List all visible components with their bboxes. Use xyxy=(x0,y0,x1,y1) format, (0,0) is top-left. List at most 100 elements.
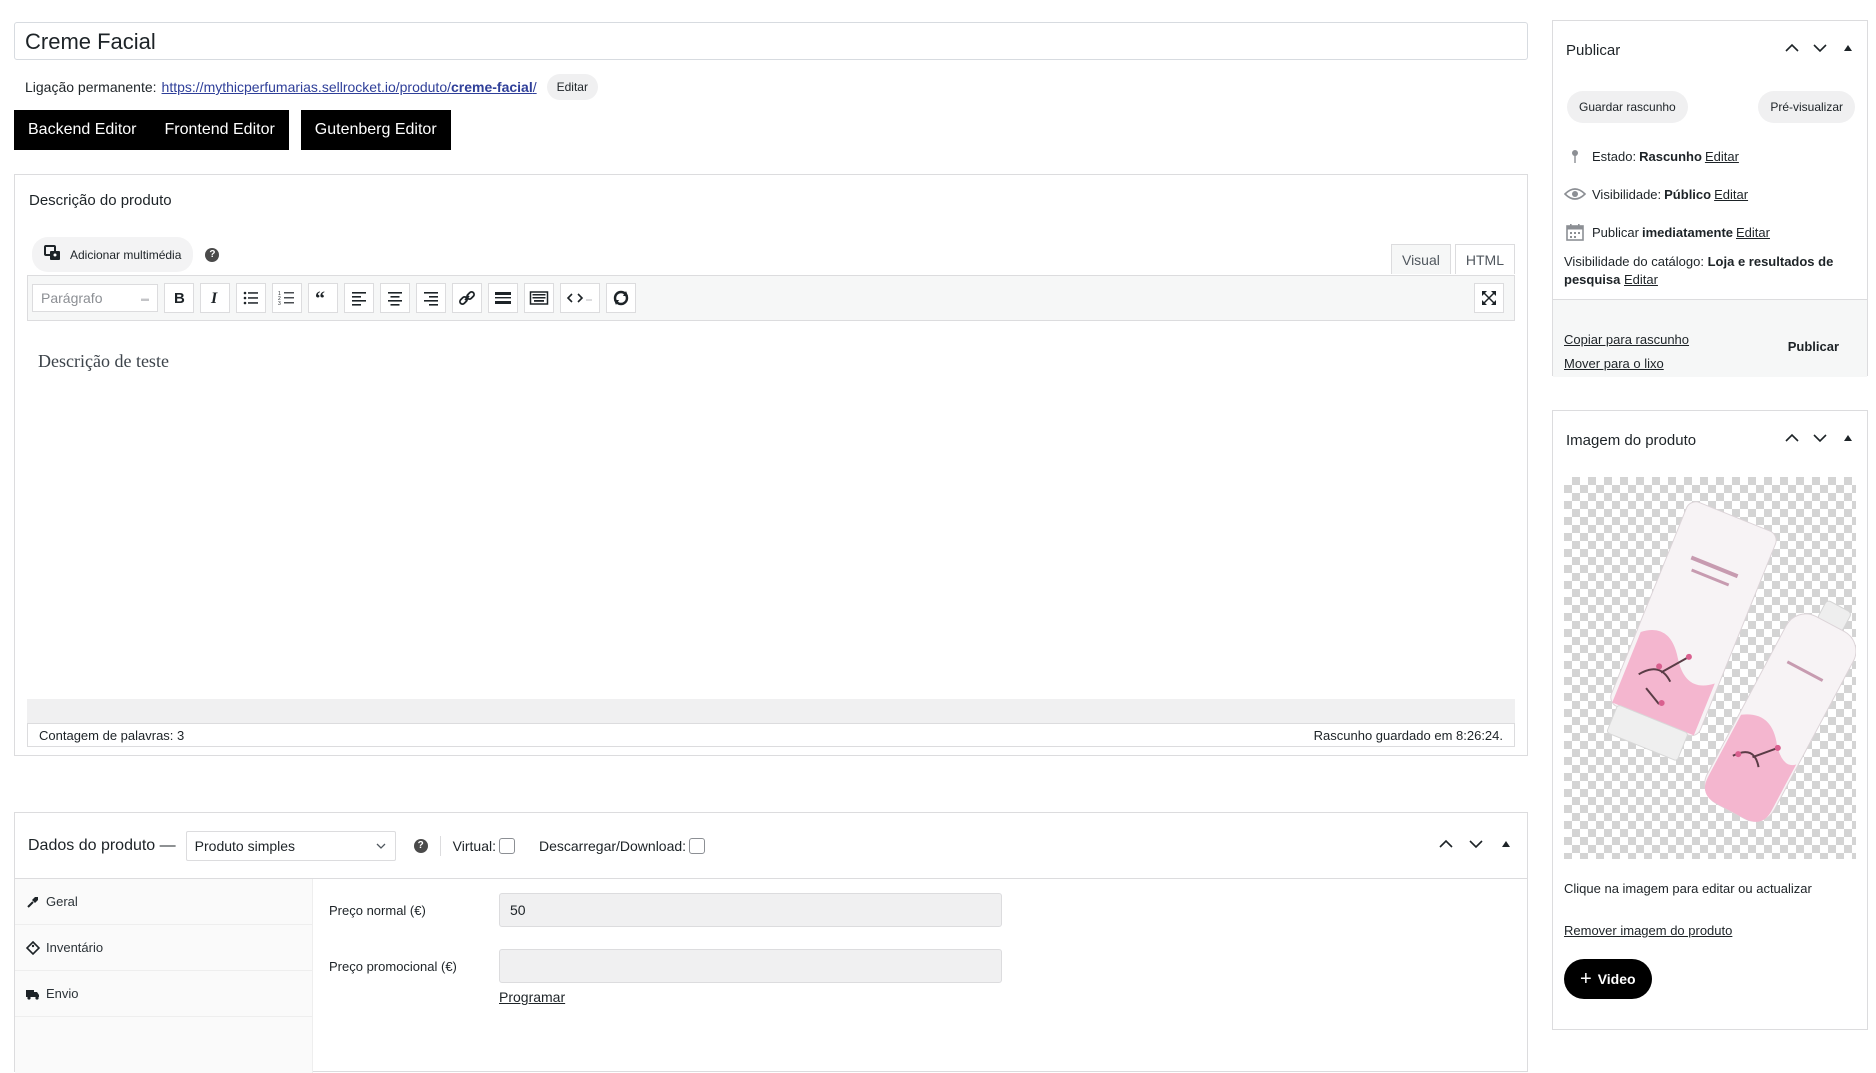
editor-resize-handle[interactable] xyxy=(27,699,1515,723)
post-title-input[interactable]: Creme Facial xyxy=(14,22,1528,60)
collapse-toggle-icon[interactable] xyxy=(1497,835,1515,853)
regular-price-label: Preço normal (€) xyxy=(329,902,426,918)
schedule-line: Publicar imediatamente Editar xyxy=(1564,221,1770,243)
download-checkbox[interactable] xyxy=(689,837,706,854)
add-media-button[interactable]: Adicionar multimédia xyxy=(32,237,194,272)
editor-content-area[interactable]: Descrição de teste xyxy=(27,321,1515,699)
download-checkbox-label[interactable]: Descarregar/Download: xyxy=(538,837,706,854)
frontend-editor-button[interactable]: Frontend Editor xyxy=(150,110,289,150)
permalink-link[interactable]: https://mythicperfumarias.sellrocket.io/… xyxy=(162,79,537,95)
bold-icon[interactable]: B xyxy=(164,283,194,313)
publish-footer: Copiar para rascunho Mover para o lixo P… xyxy=(1553,299,1867,377)
align-left-icon[interactable] xyxy=(344,283,374,313)
backend-editor-button[interactable]: Backend Editor xyxy=(14,110,151,150)
media-icon xyxy=(44,244,62,265)
truck-icon xyxy=(26,987,40,1001)
svg-text:B: B xyxy=(174,290,185,307)
publish-controls xyxy=(1783,39,1857,57)
product-data-tabs: Geral Inventário Envio xyxy=(15,879,313,1073)
virtual-checkbox-label[interactable]: Virtual: xyxy=(453,837,515,854)
save-draft-button[interactable]: Guardar rascunho xyxy=(1567,91,1688,123)
read-more-icon[interactable] xyxy=(488,283,518,313)
regular-price-row: Preço normal (€) 50 xyxy=(329,893,1002,927)
media-row: Adicionar multimédia ? xyxy=(32,237,220,272)
code-icon[interactable] xyxy=(560,283,600,313)
tab-html[interactable]: HTML xyxy=(1454,244,1515,274)
permalink-edit-button[interactable]: Editar xyxy=(546,74,598,100)
tab-shipping-label: Envio xyxy=(46,986,79,1001)
editor-switch: Backend Editor Frontend Editor Gutenberg… xyxy=(14,110,451,150)
refresh-icon[interactable] xyxy=(606,283,636,313)
wrench-icon xyxy=(26,895,40,909)
download-label: Descarregar/Download: xyxy=(538,837,687,854)
publish-when-label: Publicar xyxy=(1592,224,1639,240)
product-image-illustration xyxy=(1606,501,1856,822)
italic-icon[interactable]: I xyxy=(200,283,230,313)
catalog-label: Visibilidade do catálogo: xyxy=(1564,254,1704,269)
product-image-box: Imagem do produto Clique na imagem para … xyxy=(1552,410,1868,1030)
add-video-button[interactable]: + Video xyxy=(1564,959,1652,999)
draft-saved-status: Rascunho guardado em 8:26:24. xyxy=(1313,727,1503,743)
status-value: Rascunho xyxy=(1639,148,1702,164)
move-to-trash-link[interactable]: Mover para o lixo xyxy=(1564,356,1664,371)
status-edit-link[interactable]: Editar xyxy=(1705,149,1739,164)
keyboard-icon[interactable] xyxy=(524,283,554,313)
svg-text:“: “ xyxy=(315,288,325,308)
description-title: Descrição do produto xyxy=(29,192,172,209)
add-media-label: Adicionar multimédia xyxy=(70,247,182,262)
permalink-base: https://mythicperfumarias.sellrocket.io/… xyxy=(161,79,452,95)
virtual-checkbox[interactable] xyxy=(498,837,515,854)
permalink-slug: creme-facial xyxy=(451,79,533,95)
visibility-edit-link[interactable]: Editar xyxy=(1714,187,1748,202)
format-select[interactable]: Parágrafo ▬ xyxy=(32,284,158,312)
numbered-list-icon[interactable]: 123 xyxy=(272,283,302,313)
product-image-controls xyxy=(1783,429,1857,447)
gutenberg-editor-button[interactable]: Gutenberg Editor xyxy=(300,110,451,150)
chevron-down-icon[interactable] xyxy=(1811,39,1829,57)
catalog-visibility: Visibilidade do catálogo: Loja e resulta… xyxy=(1564,253,1854,289)
format-select-value: Parágrafo xyxy=(41,290,103,306)
publish-button[interactable]: Publicar xyxy=(1782,338,1845,355)
permalink-end: / xyxy=(532,79,537,95)
select-arrow-icon: ▬ xyxy=(141,293,149,303)
publish-when-value: imediatamente xyxy=(1641,224,1734,240)
bullet-list-icon[interactable] xyxy=(236,283,266,313)
link-icon[interactable] xyxy=(452,283,482,313)
chevron-up-icon[interactable] xyxy=(1783,39,1801,57)
copy-to-draft-link[interactable]: Copiar para rascunho xyxy=(1564,332,1689,347)
align-right-icon[interactable] xyxy=(416,283,446,313)
product-image[interactable] xyxy=(1564,477,1856,859)
remove-image-link[interactable]: Remover imagem do produto xyxy=(1564,923,1732,938)
add-video-label: Video xyxy=(1597,971,1636,987)
chevron-up-icon[interactable] xyxy=(1437,835,1455,853)
tab-inventory[interactable]: Inventário xyxy=(15,925,312,971)
chevron-down-icon[interactable] xyxy=(1467,835,1485,853)
tab-inventory-label: Inventário xyxy=(46,940,104,955)
product-data-general: Preço normal (€) 50 Preço promocional (€… xyxy=(315,879,1525,1073)
collapse-toggle-icon[interactable] xyxy=(1839,429,1857,447)
align-center-icon[interactable] xyxy=(380,283,410,313)
tab-visual[interactable]: Visual xyxy=(1390,244,1451,274)
preview-button[interactable]: Pré-visualizar xyxy=(1758,91,1855,123)
catalog-edit-link[interactable]: Editar xyxy=(1624,272,1658,287)
help-icon[interactable]: ? xyxy=(205,247,220,262)
publish-when-edit-link[interactable]: Editar xyxy=(1736,225,1770,240)
svg-text:3: 3 xyxy=(278,301,281,307)
calendar-icon xyxy=(1564,221,1586,243)
product-data-panel: Dados do produto — Produto simples ? Vir… xyxy=(14,812,1528,1073)
permalink-row: Ligação permanente: https://mythicperfum… xyxy=(25,72,598,102)
collapse-toggle-icon[interactable] xyxy=(1839,39,1857,57)
chevron-up-icon[interactable] xyxy=(1783,429,1801,447)
fullscreen-icon[interactable] xyxy=(1474,283,1504,313)
tab-general[interactable]: Geral xyxy=(15,879,312,925)
tab-shipping[interactable]: Envio xyxy=(15,971,312,1017)
product-type-select[interactable]: Produto simples xyxy=(185,830,396,861)
chevron-down-icon[interactable] xyxy=(1811,429,1829,447)
product-type-help-icon[interactable]: ? xyxy=(413,838,428,853)
schedule-link[interactable]: Programar xyxy=(499,989,565,1005)
svg-text:I: I xyxy=(210,290,218,307)
regular-price-input[interactable]: 50 xyxy=(499,893,1002,927)
blockquote-icon[interactable]: “ xyxy=(308,283,338,313)
gutenberg-editor-group: Gutenberg Editor xyxy=(300,110,451,150)
sale-price-input[interactable] xyxy=(499,949,1002,983)
